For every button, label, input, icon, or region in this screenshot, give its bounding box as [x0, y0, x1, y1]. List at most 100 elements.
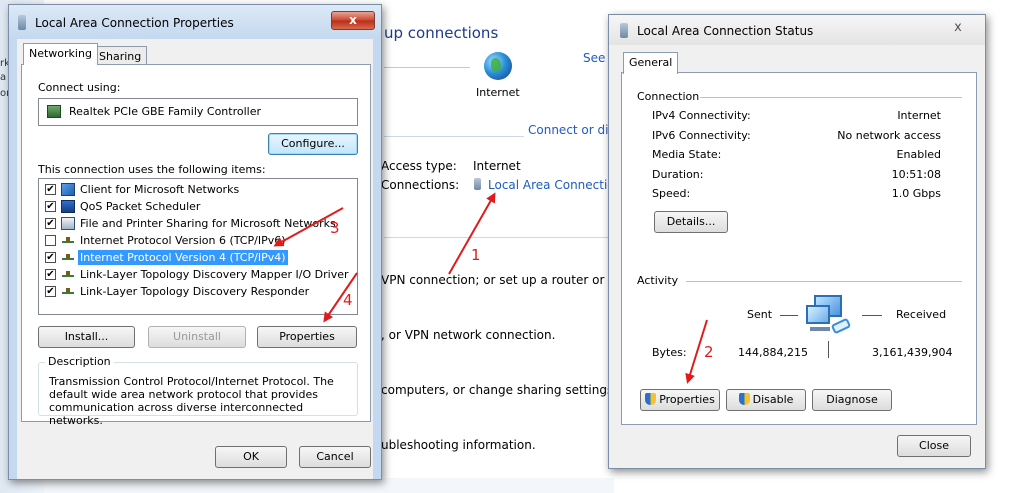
details-button[interactable]: Details...: [654, 211, 728, 233]
monitor-base: [810, 327, 830, 331]
bytes-divider: [828, 341, 829, 358]
sent-line: [780, 315, 798, 316]
protocol-icon: [61, 268, 75, 281]
list-item[interactable]: ✔ Link-Layer Topology Discovery Mapper I…: [43, 267, 354, 283]
network-client-icon: [61, 183, 75, 196]
install-button[interactable]: Install...: [38, 326, 135, 348]
description-group: Description Transmission Control Protoco…: [38, 355, 358, 427]
task-troubleshoot[interactable]: ubleshooting information.: [381, 438, 536, 452]
nav-fragment[interactable]: a: [0, 72, 6, 83]
list-item[interactable]: Internet Protocol Version 6 (TCP/IPv6): [43, 233, 354, 249]
bytes-label: Bytes:: [652, 346, 687, 359]
divider: [384, 237, 610, 238]
media-state-label: Media State:: [652, 148, 722, 161]
item-checkbox[interactable]: ✔: [45, 201, 56, 212]
media-state-value: Enabled: [896, 148, 941, 161]
list-item[interactable]: ✔ Client for Microsoft Networks: [43, 182, 354, 198]
dialog-title: Local Area Connection Properties: [35, 16, 234, 30]
network-adapter-icon: [47, 105, 61, 118]
tab-sharing[interactable]: Sharing: [93, 46, 148, 65]
items-list[interactable]: ✔ Client for Microsoft Networks ✔ QoS Pa…: [38, 178, 358, 315]
item-checkbox[interactable]: ✔: [45, 252, 56, 263]
task-homegroup-sharing[interactable]: computers, or change sharing settings.: [381, 383, 617, 397]
list-item[interactable]: ✔ QoS Packet Scheduler: [43, 199, 354, 215]
ipv4-label: IPv4 Connectivity:: [652, 109, 751, 122]
annotation-number-1: 1: [471, 246, 481, 264]
item-label: Client for Microsoft Networks: [80, 183, 240, 196]
internet-globe-icon[interactable]: [484, 52, 512, 80]
connect-using-label: Connect using:: [38, 81, 121, 94]
frame-left: [9, 39, 17, 479]
networking-panel: Connect using: Realtek PCIe GBE Family C…: [21, 64, 371, 427]
ethernet-plug-icon: [474, 178, 481, 190]
close-icon[interactable]: x: [331, 11, 375, 30]
dialog-title: Local Area Connection Status: [637, 24, 814, 38]
item-checkbox[interactable]: [45, 235, 56, 246]
description-text: Transmission Control Protocol/Internet P…: [49, 375, 334, 427]
diagnose-button[interactable]: Diagnose: [812, 389, 892, 411]
local-area-connection-link[interactable]: Local Area Connection: [474, 178, 622, 192]
duration-value: 10:51:08: [891, 168, 941, 181]
access-type-value: Internet: [473, 159, 521, 173]
speed-label: Speed:: [652, 187, 691, 200]
list-item[interactable]: ✔ File and Printer Sharing for Microsoft…: [43, 216, 354, 232]
activity-label: Activity: [637, 274, 679, 287]
annotation-number-3: 3: [330, 219, 340, 237]
connect-disconnect-link[interactable]: Connect or dis: [528, 123, 615, 137]
cancel-button[interactable]: Cancel: [299, 446, 371, 468]
bottom-bar: [44, 478, 614, 493]
access-type-label: Access type:: [381, 159, 457, 173]
network-plug-icon: [18, 15, 26, 30]
connections-row: Connections: Local Area Connection: [381, 178, 622, 192]
duration-label: Duration:: [652, 168, 704, 181]
sent-label: Sent: [747, 308, 773, 321]
speed-value: 1.0 Gbps: [891, 187, 941, 200]
properties-dialog: Local Area Connection Properties x Netwo…: [8, 4, 382, 480]
scheduler-icon: [61, 200, 75, 213]
ipv4-value: Internet: [897, 109, 941, 122]
ipv6-label: IPv6 Connectivity:: [652, 129, 751, 142]
configure-button[interactable]: Configure...: [268, 133, 358, 155]
dialog-body: Networking Sharing Connect using: Realte…: [17, 39, 373, 479]
bytes-received: 3,161,439,904: [872, 346, 953, 359]
status-properties-button[interactable]: Properties: [640, 389, 720, 411]
connections-label: Connections:: [381, 178, 460, 192]
item-label: QoS Packet Scheduler: [80, 200, 201, 213]
annotation-number-2: 2: [704, 343, 714, 361]
divider: [700, 97, 962, 98]
annotation-number-4: 4: [343, 291, 353, 309]
tab-general[interactable]: General: [623, 52, 679, 74]
item-checkbox[interactable]: ✔: [45, 218, 56, 229]
adapter-box: Realtek PCIe GBE Family Controller: [38, 98, 358, 126]
description-label: Description: [45, 355, 114, 368]
item-checkbox[interactable]: ✔: [45, 286, 56, 297]
general-panel: Connection IPv4 Connectivity: Internet I…: [621, 72, 977, 425]
divider: [686, 281, 962, 282]
item-label: Internet Protocol Version 6 (TCP/IPv6): [80, 234, 286, 247]
task-connect-network[interactable]: , or VPN network connection.: [381, 328, 555, 342]
close-icon[interactable]: x: [951, 21, 965, 35]
map-line: [384, 67, 470, 68]
disable-button[interactable]: Disable: [726, 389, 806, 411]
adapter-name: Realtek PCIe GBE Family Controller: [69, 105, 262, 118]
item-label: Link-Layer Topology Discovery Responder: [80, 285, 310, 298]
protocol-icon: [61, 285, 75, 298]
tab-networking[interactable]: Networking: [23, 43, 98, 65]
item-checkbox[interactable]: ✔: [45, 184, 56, 195]
item-label: File and Printer Sharing for Microsoft N…: [80, 217, 336, 230]
uninstall-button[interactable]: Uninstall: [148, 326, 246, 348]
ok-button[interactable]: OK: [215, 446, 287, 468]
monitor-front: [806, 305, 830, 324]
received-line: [862, 315, 882, 316]
button-label: Properties: [659, 393, 715, 406]
item-checkbox[interactable]: ✔: [45, 269, 56, 280]
close-button[interactable]: Close: [897, 435, 971, 457]
network-activity-icon: [806, 295, 854, 335]
properties-button[interactable]: Properties: [257, 326, 357, 348]
access-type-row: Access type: Internet: [381, 159, 521, 173]
network-plug-icon: [620, 23, 628, 38]
internet-label: Internet: [476, 86, 520, 99]
connection-label: Connection: [637, 90, 700, 103]
list-item-selected[interactable]: ✔ Internet Protocol Version 4 (TCP/IPv4): [43, 250, 354, 266]
list-item[interactable]: ✔ Link-Layer Topology Discovery Responde…: [43, 284, 354, 300]
